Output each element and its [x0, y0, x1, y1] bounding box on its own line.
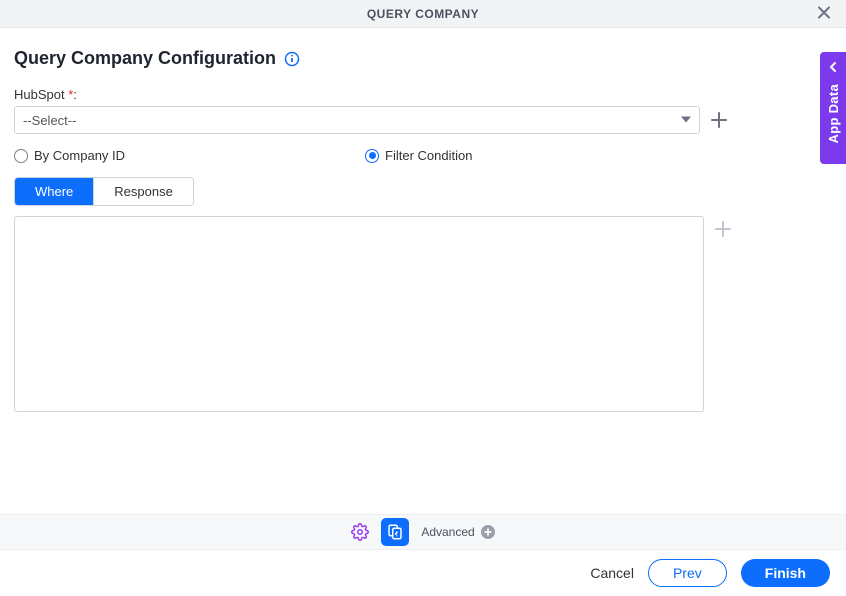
- chevron-left-icon: [827, 60, 839, 76]
- hubspot-label-text: HubSpot: [14, 87, 65, 102]
- radio-circle-icon: [14, 149, 28, 163]
- query-mode-radios: By Company ID Filter Condition: [14, 148, 832, 163]
- tab-where[interactable]: Where: [15, 178, 94, 205]
- chevron-down-icon: [681, 113, 691, 128]
- radio-circle-selected-icon: [365, 149, 379, 163]
- radio-by-company-id[interactable]: By Company ID: [14, 148, 125, 163]
- dialog-content: Query Company Configuration HubSpot *: -…: [0, 28, 846, 412]
- advanced-label: Advanced: [421, 525, 474, 539]
- radio-filter-condition-label: Filter Condition: [385, 148, 472, 163]
- help-button[interactable]: [381, 518, 409, 546]
- prev-button[interactable]: Prev: [648, 559, 727, 587]
- hubspot-select-value: --Select--: [23, 113, 76, 128]
- tabbar: Where Response: [14, 177, 194, 206]
- page-title-row: Query Company Configuration: [14, 48, 832, 69]
- app-data-label: App Data: [826, 84, 841, 143]
- cancel-button[interactable]: Cancel: [590, 565, 634, 581]
- page-title: Query Company Configuration: [14, 48, 276, 69]
- hubspot-select[interactable]: --Select--: [14, 106, 700, 134]
- radio-by-company-id-label: By Company ID: [34, 148, 125, 163]
- add-hubspot-button[interactable]: [710, 111, 728, 129]
- gear-icon[interactable]: [351, 523, 369, 541]
- tab-response[interactable]: Response: [94, 178, 193, 205]
- advanced-toggle[interactable]: Advanced: [421, 525, 494, 539]
- plus-circle-icon: [481, 525, 495, 539]
- dialog-title: QUERY COMPANY: [367, 7, 479, 21]
- footer-bar: Cancel Prev Finish: [0, 550, 846, 596]
- info-icon[interactable]: [284, 51, 300, 67]
- radio-filter-condition[interactable]: Filter Condition: [365, 148, 472, 163]
- bottom-toolbar: Advanced: [0, 514, 846, 550]
- where-conditions-box[interactable]: [14, 216, 704, 412]
- hubspot-label: HubSpot *:: [14, 87, 832, 102]
- dialog-header: QUERY COMPANY: [0, 0, 846, 28]
- finish-button[interactable]: Finish: [741, 559, 830, 587]
- close-icon[interactable]: [816, 4, 832, 23]
- app-data-panel-toggle[interactable]: App Data: [820, 52, 846, 164]
- hubspot-select-row: --Select--: [14, 106, 832, 134]
- add-condition-button[interactable]: [714, 220, 732, 238]
- where-panel-row: [14, 216, 832, 412]
